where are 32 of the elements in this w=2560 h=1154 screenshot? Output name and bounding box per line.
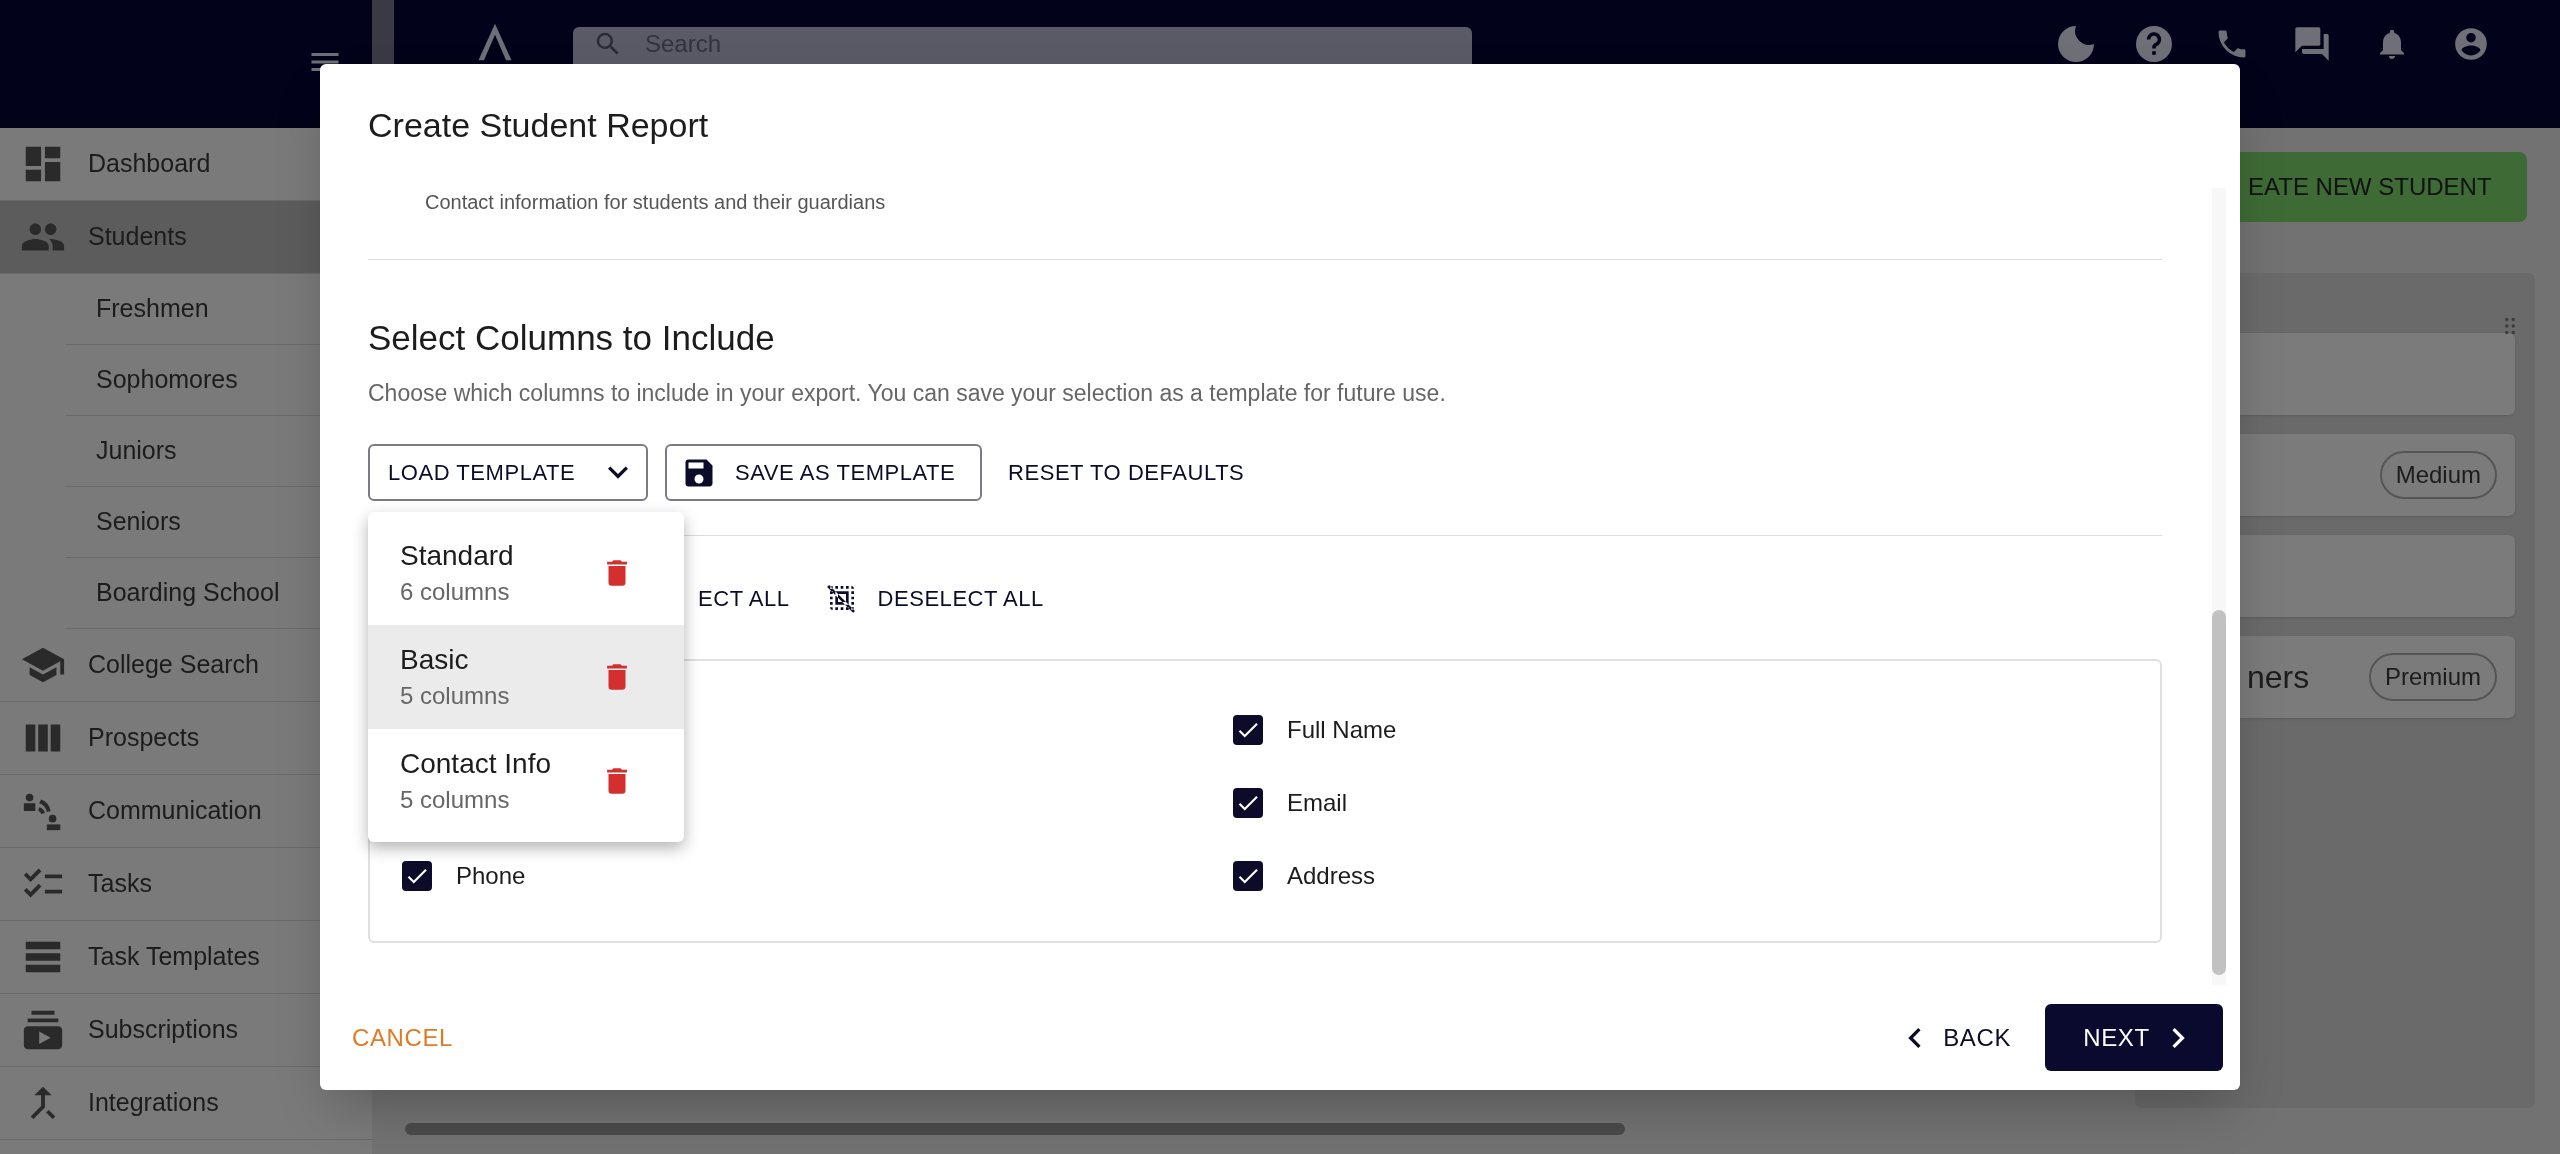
column-count: 5 columns xyxy=(400,682,510,710)
template-name: Contact Info xyxy=(400,748,551,780)
back-button[interactable]: BACK xyxy=(1892,1004,2027,1071)
template-menu-item[interactable]: Contact Info 5 columns xyxy=(368,729,684,833)
deselect-all-button[interactable]: DESELECT ALL xyxy=(825,581,1044,615)
save-template-button[interactable]: SAVE AS TEMPLATE xyxy=(665,444,982,501)
template-name: Standard xyxy=(400,540,514,572)
template-name: Basic xyxy=(400,644,470,676)
chevron-down-icon xyxy=(608,466,628,479)
reset-defaults-button[interactable]: RESET TO DEFAULTS xyxy=(999,444,1254,501)
select-all-button[interactable]: ECT ALL xyxy=(698,581,790,615)
section-caption: Contact information for students and their guardians xyxy=(425,190,886,214)
account-icon xyxy=(2452,25,2490,63)
column-checkbox[interactable]: Full Name xyxy=(1233,708,1397,752)
tier-badge: Medium xyxy=(2379,451,2497,499)
moon-icon xyxy=(2058,26,2094,62)
help-icon xyxy=(2136,26,2172,62)
column-checkbox[interactable]: Email xyxy=(1233,781,1347,825)
load-template-button[interactable]: LOAD TEMPLATE xyxy=(368,444,648,501)
card-title: ners xyxy=(2247,658,2310,697)
template-menu-item[interactable]: Basic 5 columns xyxy=(368,625,684,729)
template-menu-item[interactable]: Standard 6 columns xyxy=(368,521,684,625)
column-checkbox[interactable]: Phone xyxy=(402,854,526,898)
chevron-right-icon xyxy=(2171,1027,2185,1048)
column-count: 5 columns xyxy=(400,786,511,814)
column-checkbox[interactable]: Address xyxy=(1233,854,1376,898)
chevron-left-icon xyxy=(1908,1027,1922,1048)
next-button[interactable]: NEXT xyxy=(2045,1004,2223,1071)
deselect-icon xyxy=(825,582,858,614)
scrollbar-thumb[interactable] xyxy=(2212,610,2226,975)
column-count: 6 columns xyxy=(400,578,511,606)
tier-badge: Premium xyxy=(2369,653,2497,701)
